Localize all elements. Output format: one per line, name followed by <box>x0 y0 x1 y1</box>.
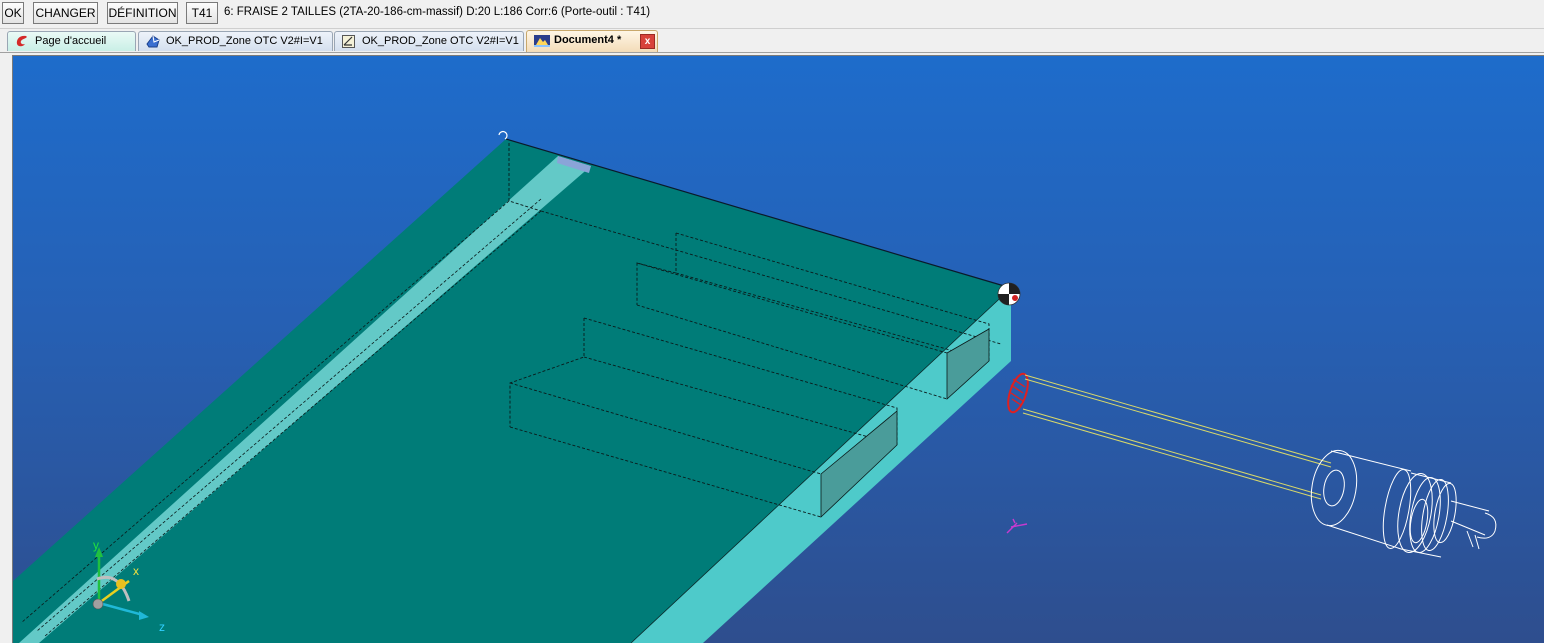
pivot-marker-icon <box>498 131 508 140</box>
document-icon <box>533 33 550 48</box>
tab-part-document[interactable]: OK_PROD_Zone OTC V2#I=V1 <box>138 31 333 51</box>
part-icon <box>145 34 161 49</box>
ok-button[interactable]: OK <box>2 2 24 24</box>
3d-viewport[interactable]: y x z <box>12 55 1544 643</box>
tab-label: Page d'accueil <box>35 35 107 47</box>
tool-tip-icon <box>1007 372 1029 414</box>
changer-button[interactable]: CHANGER <box>33 2 98 24</box>
tab-label: OK_PROD_Zone OTC V2#I=V1 <box>362 35 519 47</box>
tool-code-button[interactable]: T41 <box>186 2 218 24</box>
home-logo-icon <box>14 34 30 49</box>
document-tab-bar: Page d'accueil OK_PROD_Zone OTC V2#I=V1 … <box>0 29 1544 53</box>
top-toolbar: OK CHANGER DÉFINITION T41 6: FRAISE 2 TA… <box>0 0 1544 28</box>
close-tab-button[interactable]: x <box>640 34 655 49</box>
axis-z-label: z <box>159 620 165 634</box>
tool-shank <box>1022 374 1332 500</box>
axis-y-label: y <box>93 538 99 552</box>
tab-label: Document4 * <box>554 34 622 46</box>
coordinate-marker-icon <box>1006 518 1028 534</box>
tab-home[interactable]: Page d'accueil <box>7 31 136 51</box>
tool-holder-wireframe <box>1310 449 1497 558</box>
tab-drawing-document[interactable]: OK_PROD_Zone OTC V2#I=V1 <box>334 31 524 51</box>
axis-x-label: x <box>133 564 139 578</box>
tab-label: OK_PROD_Zone OTC V2#I=V1 <box>166 35 323 47</box>
origin-marker-icon <box>997 282 1021 306</box>
3d-scene: y x z <box>13 131 1497 643</box>
tool-description: 6: FRAISE 2 TAILLES (2TA-20-186-cm-massi… <box>224 6 651 18</box>
definition-button[interactable]: DÉFINITION <box>107 2 178 24</box>
drawing-icon <box>341 34 357 49</box>
tab-document4[interactable]: Document4 * x <box>526 30 658 52</box>
